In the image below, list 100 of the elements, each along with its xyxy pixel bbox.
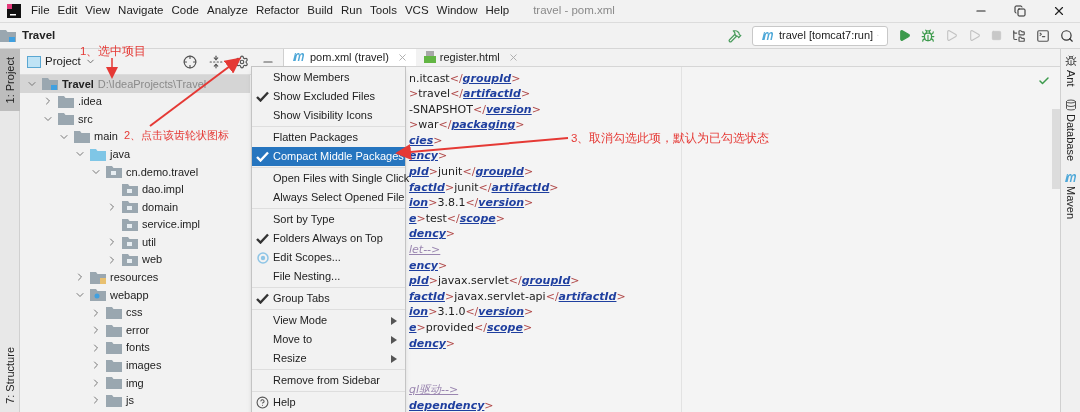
tool-window-tab[interactable]: 1: Project bbox=[0, 49, 20, 112]
menu-item[interactable]: Folders Always on Top bbox=[252, 229, 405, 248]
code-line: factId>junit</artifactId> bbox=[409, 179, 559, 196]
close-tab-icon[interactable] bbox=[507, 51, 519, 63]
menu-item[interactable]: Flatten Packages bbox=[252, 128, 405, 147]
tool-window-tab[interactable]: Maven bbox=[1062, 172, 1079, 219]
code-line: dency> bbox=[409, 335, 456, 352]
menu-bar-item[interactable]: File bbox=[27, 2, 54, 20]
menu-item[interactable]: Sort by Type bbox=[252, 210, 405, 229]
menu-item[interactable]: Move to bbox=[252, 330, 405, 349]
tree-label: js bbox=[126, 393, 134, 409]
menu-item[interactable]: Show Members bbox=[252, 68, 405, 87]
tree-item[interactable]: dao.impl bbox=[20, 180, 188, 199]
stop-icon[interactable] bbox=[991, 30, 1002, 41]
menu-bar-item[interactable]: Edit bbox=[53, 2, 82, 20]
tree-item[interactable]: fonts bbox=[20, 338, 154, 357]
view-selector[interactable]: Project bbox=[45, 52, 81, 71]
code-line: dency> bbox=[409, 226, 456, 243]
run-config-dropdown[interactable]: travel [tomcat7:run] bbox=[752, 25, 888, 46]
code-line: ency> bbox=[409, 257, 448, 274]
tree-item[interactable]: .idea bbox=[20, 92, 106, 111]
locate-icon[interactable] bbox=[183, 54, 197, 69]
menu-item[interactable]: Group Tabs bbox=[252, 289, 405, 308]
settings-icon[interactable] bbox=[235, 54, 249, 69]
folder-icon bbox=[122, 182, 138, 196]
menu-bar-item[interactable]: Code bbox=[167, 2, 203, 20]
terminal-icon[interactable] bbox=[1036, 28, 1050, 43]
tree-item[interactable]: webapp bbox=[20, 286, 153, 304]
menu-bar-item[interactable]: Navigate bbox=[114, 2, 168, 20]
tree-item[interactable]: resources bbox=[20, 268, 163, 287]
restore-icon[interactable] bbox=[1014, 5, 1026, 17]
tool-window-tab[interactable]: 7: Structure bbox=[0, 339, 20, 412]
run-icon[interactable] bbox=[898, 29, 911, 42]
tree-item[interactable]: Travel D:\IdeaProjects\Travel bbox=[20, 75, 250, 93]
tree-item[interactable]: img bbox=[20, 374, 148, 392]
panel-icon bbox=[27, 55, 41, 68]
code-line: pId>junit</groupId> bbox=[409, 164, 534, 180]
tree-item[interactable]: web bbox=[20, 250, 167, 269]
menu-bar-item[interactable]: View bbox=[81, 2, 115, 20]
editor-tab[interactable]: pom.xml (travel) bbox=[284, 49, 416, 66]
scrollbar[interactable] bbox=[1052, 108, 1060, 189]
menu-item[interactable]: Always Select Opened File bbox=[252, 188, 405, 207]
menu-item[interactable]: Compact Middle Packages bbox=[252, 147, 405, 166]
tree-item[interactable]: images bbox=[20, 356, 166, 375]
menu-bar-item[interactable]: Analyze bbox=[202, 2, 252, 20]
menu-item[interactable]: Help bbox=[252, 393, 405, 412]
menu-item[interactable]: View Mode bbox=[252, 311, 405, 330]
ant-icon bbox=[1064, 55, 1077, 67]
close-icon[interactable] bbox=[1052, 4, 1066, 18]
tree-label: util bbox=[142, 234, 157, 250]
tree-item[interactable]: java bbox=[20, 145, 135, 163]
code-line: ql驱动--> bbox=[409, 382, 459, 398]
scope-icon bbox=[256, 251, 269, 264]
tree-item[interactable]: js bbox=[20, 391, 138, 410]
tree-label: src bbox=[78, 111, 93, 127]
editor-tab[interactable]: register.html bbox=[415, 49, 527, 66]
menu-item[interactable]: Show Excluded Files bbox=[252, 87, 405, 106]
tree-item[interactable]: cn.demo.travel bbox=[20, 162, 203, 181]
tree-item[interactable]: domain bbox=[20, 198, 183, 216]
code-line: pId>javax.servlet</groupId> bbox=[409, 273, 580, 289]
tree-item[interactable]: util bbox=[20, 233, 161, 251]
tree-item[interactable]: error bbox=[20, 321, 154, 339]
folder-icon bbox=[74, 130, 90, 144]
menu-bar-item[interactable]: Refactor bbox=[251, 2, 304, 20]
coverage-icon[interactable] bbox=[945, 29, 958, 42]
tree-item[interactable]: main bbox=[20, 127, 122, 146]
menu-item[interactable]: File Nesting... bbox=[252, 267, 405, 286]
folder-icon bbox=[106, 376, 122, 390]
menu-item[interactable]: Remove from Sidebar bbox=[252, 371, 405, 390]
menu-bar-item[interactable]: Tools bbox=[366, 2, 401, 20]
folder-icon bbox=[58, 112, 74, 126]
tree-item[interactable]: src bbox=[20, 110, 97, 128]
folder-icon bbox=[106, 394, 122, 407]
tree-label: domain bbox=[142, 199, 179, 215]
tree-label: web bbox=[142, 252, 163, 268]
hammer-icon[interactable] bbox=[728, 28, 742, 43]
menu-bar-item[interactable]: Help bbox=[481, 2, 514, 20]
project-structure-icon[interactable] bbox=[1012, 28, 1026, 43]
close-tab-icon[interactable] bbox=[396, 51, 408, 63]
code-line: let--> bbox=[409, 242, 441, 258]
tool-window-tab[interactable]: Database bbox=[1062, 98, 1079, 161]
collapse-all-icon[interactable] bbox=[209, 54, 223, 69]
profile-icon[interactable] bbox=[968, 29, 981, 42]
search-icon[interactable] bbox=[1060, 28, 1074, 43]
menu-bar-item[interactable]: VCS bbox=[400, 2, 433, 20]
menu-item[interactable]: Show Visibility Icons bbox=[252, 106, 405, 125]
tree-item[interactable]: service.impl bbox=[20, 215, 205, 234]
tree-label: img bbox=[126, 375, 144, 391]
menu-item[interactable]: Resize bbox=[252, 349, 405, 368]
debug-icon[interactable] bbox=[921, 28, 935, 43]
menu-item[interactable]: Edit Scopes... bbox=[252, 248, 405, 267]
menu-bar-item[interactable]: Build bbox=[303, 2, 337, 20]
breadcrumb[interactable]: Travel bbox=[22, 26, 56, 45]
tool-window-tab[interactable]: Ant bbox=[1062, 55, 1079, 87]
tree-item[interactable]: css bbox=[20, 303, 147, 322]
menu-bar-item[interactable]: Window bbox=[432, 2, 482, 20]
folder-icon bbox=[122, 253, 138, 267]
help-icon bbox=[256, 396, 269, 409]
tree-label: .idea bbox=[78, 94, 102, 110]
menu-bar-item[interactable]: Run bbox=[336, 2, 367, 20]
